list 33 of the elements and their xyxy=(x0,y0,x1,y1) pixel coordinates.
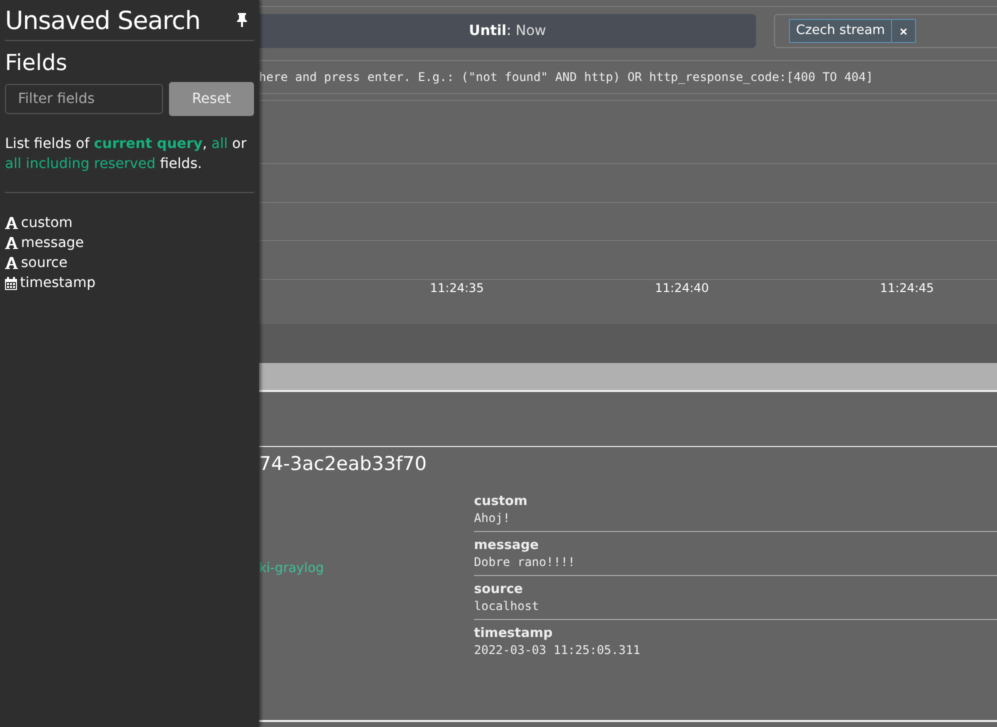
pin-icon[interactable] xyxy=(236,13,248,27)
message-id: 74-3ac2eab33f70 xyxy=(259,453,428,475)
field-label: timestamp xyxy=(474,626,554,641)
field-value: localhost xyxy=(474,599,540,613)
stream-name: Czech stream xyxy=(795,22,886,40)
time-range-display[interactable]: Until: Now xyxy=(259,14,756,48)
field-value: Dobre rano!!!! xyxy=(474,555,576,569)
stream-select[interactable]: Czech stream × xyxy=(774,14,997,48)
letter-type-icon xyxy=(5,257,18,269)
axis-tick-label: 11:24:40 xyxy=(655,281,709,295)
all-including-reserved-link[interactable]: all including reserved xyxy=(5,156,156,172)
field-value: 2022-03-03 11:25:05.311 xyxy=(474,643,642,657)
field-name[interactable]: source xyxy=(21,255,68,271)
remove-button[interactable]: × xyxy=(890,20,915,42)
axis-tick-label: 11:24:35 xyxy=(430,281,484,295)
field-value: Ahoj! xyxy=(474,511,512,525)
letter-type-icon xyxy=(5,237,18,249)
axis-tick-label: 11:24:45 xyxy=(880,281,934,295)
field-name[interactable]: custom xyxy=(21,215,73,231)
query-field[interactable]: here and press enter. E.g.: ("not found" AND http) OR http_response_code:[400 TO 404] xyxy=(259,60,997,94)
field-list-hint: List fields of current query, all or all including reserved fields. xyxy=(5,134,254,193)
field-label: source xyxy=(474,582,524,597)
field-name[interactable]: message xyxy=(21,235,84,251)
filter-field[interactable]: Filter fields xyxy=(5,84,163,114)
sidebar-title: Unsaved Search xyxy=(5,6,200,34)
all-link[interactable]: all xyxy=(211,136,228,152)
letter-type-icon xyxy=(5,217,18,229)
field-label: custom xyxy=(474,494,528,509)
current-query-link[interactable]: current query xyxy=(94,136,202,152)
section-title: Fields xyxy=(5,51,68,76)
field-name[interactable]: timestamp xyxy=(20,275,96,291)
field-label: message xyxy=(474,538,540,553)
calendar-icon xyxy=(5,276,17,290)
